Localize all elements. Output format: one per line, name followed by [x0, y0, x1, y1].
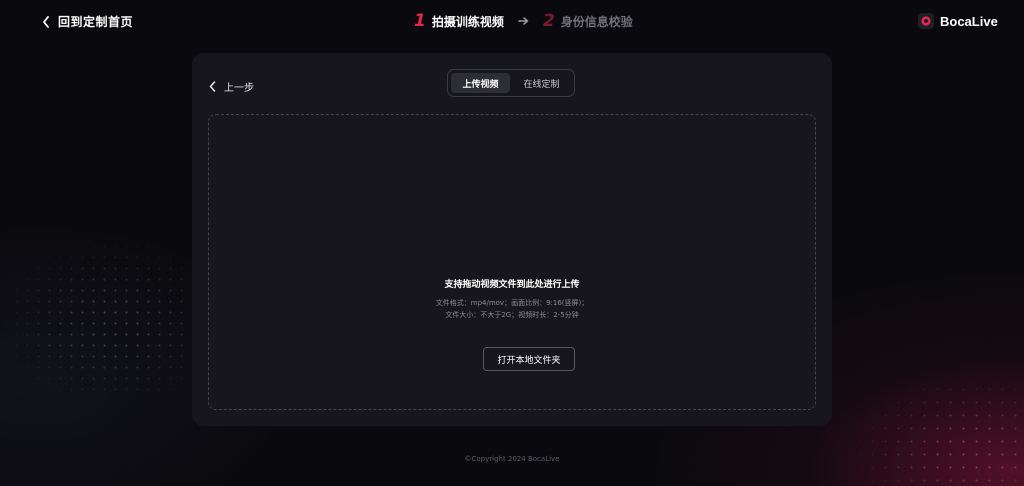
brand[interactable]: BocaLive	[918, 13, 998, 29]
background-dot-grid-right	[840, 370, 1024, 486]
back-to-home-link[interactable]: 回到定制首页	[42, 13, 133, 30]
top-header: 回到定制首页 1 拍摄训练视频 2 身份信息校验 BocaLive	[0, 0, 1024, 44]
brand-name: BocaLive	[940, 13, 998, 29]
open-local-folder-button[interactable]: 打开本地文件夹	[483, 347, 575, 371]
chevron-left-icon	[42, 15, 50, 28]
step-2: 2 身份信息校验	[543, 11, 633, 31]
copyright-footer: ©Copyright 2024 BocaLive	[464, 455, 560, 463]
step-1: 1 拍摄训练视频	[414, 11, 504, 31]
bocalive-logo-icon	[918, 13, 934, 29]
tab-online-custom[interactable]: 在线定制	[512, 73, 571, 93]
previous-step-button[interactable]: 上一步	[209, 77, 254, 96]
background-dot-grid-left	[0, 230, 190, 400]
arrow-right-icon	[518, 16, 529, 26]
step-2-number: 2	[542, 11, 555, 31]
dropzone-title: 支持拖动视频文件到此处进行上传	[444, 280, 580, 290]
chevron-left-icon	[209, 77, 216, 96]
video-dropzone[interactable]: 支持拖动视频文件到此处进行上传 文件格式：mp4/mov；画面比例：9:16(竖…	[208, 114, 816, 410]
dropzone-size-hint: 文件大小：不大于2G；视频时长：2-5分钟	[445, 311, 579, 319]
step-1-label: 拍摄训练视频	[431, 14, 504, 29]
tab-upload-video[interactable]: 上传视频	[451, 73, 510, 93]
previous-step-label: 上一步	[224, 83, 254, 94]
mode-tabs: 上传视频 在线定制	[447, 69, 575, 97]
back-to-home-label: 回到定制首页	[58, 15, 134, 29]
step-1-number: 1	[414, 11, 426, 31]
dropzone-format-hint: 文件格式：mp4/mov；画面比例：9:16(竖屏)；	[435, 299, 589, 307]
upload-card: 上一步 上传视频 在线定制 支持拖动视频文件到此处进行上传 文件格式：mp4/m…	[192, 53, 832, 426]
step-indicator: 1 拍摄训练视频 2 身份信息校验	[414, 11, 633, 31]
step-2-label: 身份信息校验	[560, 14, 633, 29]
